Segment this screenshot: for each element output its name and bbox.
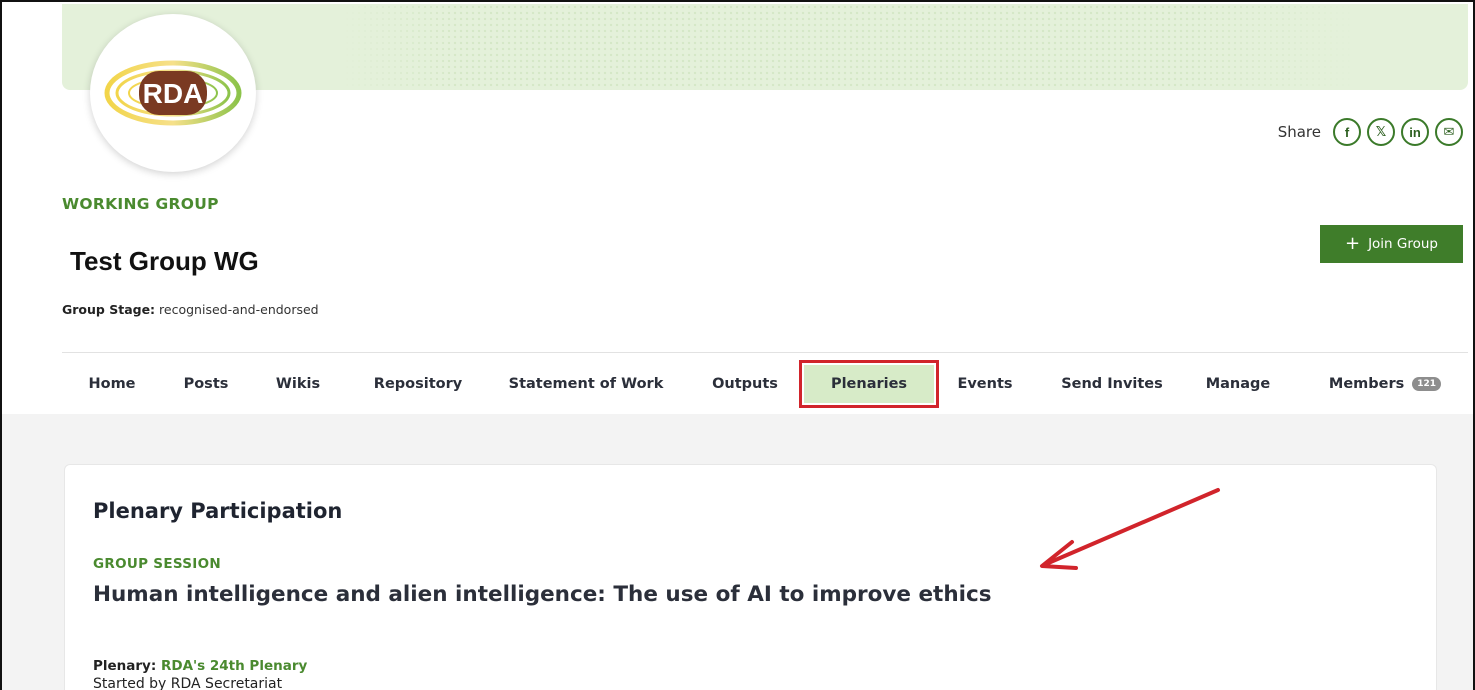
tab-label: Wikis (275, 376, 321, 392)
tab-label: Events (957, 376, 1013, 392)
tab-label: Manage (1205, 376, 1271, 392)
page-title: Test Group WG (70, 246, 259, 276)
plenary-label: Plenary: (93, 658, 157, 674)
tab-repository[interactable]: Repository (368, 365, 468, 403)
tab-send-invites[interactable]: Send Invites (1056, 365, 1168, 403)
share-bar: Share f 𝕏 in ✉ (1278, 118, 1463, 146)
tab-label: Members (1328, 376, 1405, 392)
tab-wikis[interactable]: Wikis (268, 365, 328, 403)
tab-label: Repository (373, 376, 463, 392)
tab-label: Outputs (712, 376, 778, 392)
page-frame: RDA Share f 𝕏 in ✉ WORKING GROUP Test Gr… (0, 0, 1475, 690)
email-icon[interactable]: ✉ (1435, 118, 1463, 146)
session-title[interactable]: Human intelligence and alien intelligenc… (93, 582, 992, 607)
share-label: Share (1277, 123, 1321, 141)
group-type-label: WORKING GROUP (62, 195, 219, 213)
plenary-info: Plenary: RDA's 24th Plenary (93, 658, 307, 674)
tab-plenaries[interactable]: Plenaries (799, 360, 939, 408)
tab-manage[interactable]: Manage (1198, 365, 1278, 403)
group-stage: Group Stage: recognised-and-endorsed (62, 302, 319, 317)
group-tabs: Home Posts Wikis Repository Statement of… (62, 352, 1468, 414)
tab-label: Home (88, 376, 136, 392)
plenary-link[interactable]: RDA's 24th Plenary (161, 658, 307, 674)
members-count-badge: 121 (1412, 377, 1442, 391)
group-stage-label: Group Stage: (62, 302, 156, 317)
group-stage-value: recognised-and-endorsed (159, 302, 319, 317)
red-arrow-icon (1040, 488, 1220, 570)
group-logo[interactable]: RDA (90, 14, 256, 172)
linkedin-icon[interactable]: in (1401, 118, 1429, 146)
tab-label: Send Invites (1061, 376, 1163, 392)
svg-text:RDA: RDA (143, 78, 204, 109)
tab-home[interactable]: Home (82, 365, 142, 403)
plenary-heading: Plenary Participation (93, 499, 343, 523)
join-group-button[interactable]: + Join Group (1320, 225, 1463, 263)
group-banner (62, 4, 1468, 90)
tab-outputs[interactable]: Outputs (708, 365, 782, 403)
tab-label: Posts (183, 376, 229, 392)
tab-label: Statement of Work (508, 376, 664, 392)
tab-posts[interactable]: Posts (176, 365, 236, 403)
rda-logo-icon: RDA (104, 60, 242, 126)
world-map-pattern (62, 4, 1468, 90)
tab-members[interactable]: Members 121 (1320, 365, 1450, 403)
facebook-icon[interactable]: f (1333, 118, 1361, 146)
session-type-label: GROUP SESSION (93, 556, 221, 572)
tab-label: Plenaries (830, 376, 908, 392)
plus-icon: + (1344, 233, 1361, 254)
tab-statement-of-work[interactable]: Statement of Work (506, 365, 666, 403)
tab-events[interactable]: Events (950, 365, 1020, 403)
x-icon[interactable]: 𝕏 (1367, 118, 1395, 146)
started-by: Started by RDA Secretariat (93, 676, 283, 690)
join-group-label: Join Group (1368, 236, 1439, 252)
